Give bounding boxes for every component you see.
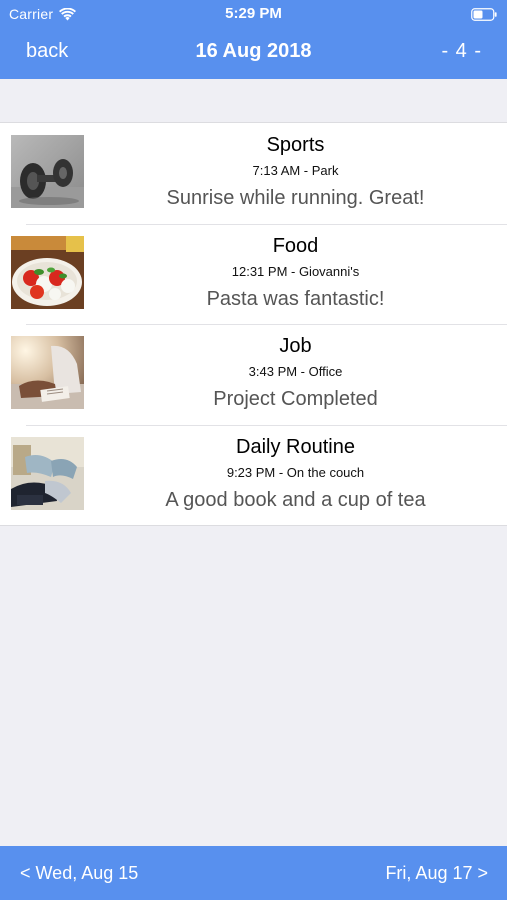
list-item-text: Daily Routine 9:23 PM - On the couch A g… (84, 425, 507, 512)
status-bar: Carrier 5:29 PM (0, 0, 507, 28)
entry-subtitle: 3:43 PM - Office (248, 364, 343, 379)
battery-icon (471, 8, 497, 21)
navigation-bar: back 16 Aug 2018 - 4 - (0, 28, 507, 79)
entry-list: Sports 7:13 AM - Park Sunrise while runn… (0, 122, 507, 526)
next-day-button[interactable]: Fri, Aug 17 > (385, 863, 488, 884)
reading-couch-photo (11, 436, 84, 510)
caprese-food-photo (11, 235, 84, 309)
entry-title: Food (272, 234, 319, 257)
list-item[interactable]: Job 3:43 PM - Office Project Completed (0, 324, 507, 425)
entry-note: Project Completed (213, 388, 378, 410)
entry-subtitle: 9:23 PM - On the couch (226, 464, 365, 480)
dumbbell-photo (11, 135, 84, 208)
status-time: 5:29 PM (225, 5, 282, 22)
entry-title: Sports (266, 134, 325, 156)
back-button[interactable]: back (26, 40, 68, 63)
entry-title: Daily Routine (236, 435, 355, 458)
entry-note: Sunrise while running. Great! (166, 187, 425, 209)
entry-subtitle: 7:13 AM - Park (252, 163, 339, 178)
entry-note: A good book and a cup of tea (165, 488, 426, 511)
list-item[interactable]: Daily Routine 9:23 PM - On the couch A g… (0, 424, 507, 526)
list-item[interactable]: Sports 7:13 AM - Park Sunrise while runn… (0, 123, 507, 224)
office-desk-photo (11, 336, 84, 409)
entry-count: - 4 - (441, 40, 482, 62)
entry-title: Job (279, 335, 312, 357)
list-item-text: Sports 7:13 AM - Park Sunrise while runn… (84, 123, 507, 210)
bottom-bar: < Wed, Aug 15 Fri, Aug 17 > (0, 846, 507, 900)
top-bar: Carrier 5:29 PM back 16 Aug 2018 - 4 - (0, 0, 507, 79)
list-item-text: Job 3:43 PM - Office Project Completed (84, 324, 507, 411)
page-title: 16 Aug 2018 (195, 40, 312, 62)
previous-day-button[interactable]: < Wed, Aug 15 (20, 863, 138, 884)
list-item[interactable]: Food 12:31 PM - Giovanni's Pasta was fan… (0, 223, 507, 325)
entry-note: Pasta was fantastic! (206, 287, 385, 310)
entry-subtitle: 12:31 PM - Giovanni's (231, 263, 360, 279)
list-item-text: Food 12:31 PM - Giovanni's Pasta was fan… (84, 224, 507, 311)
screen: Carrier 5:29 PM back 16 Aug 2018 - 4 - S… (0, 0, 507, 900)
